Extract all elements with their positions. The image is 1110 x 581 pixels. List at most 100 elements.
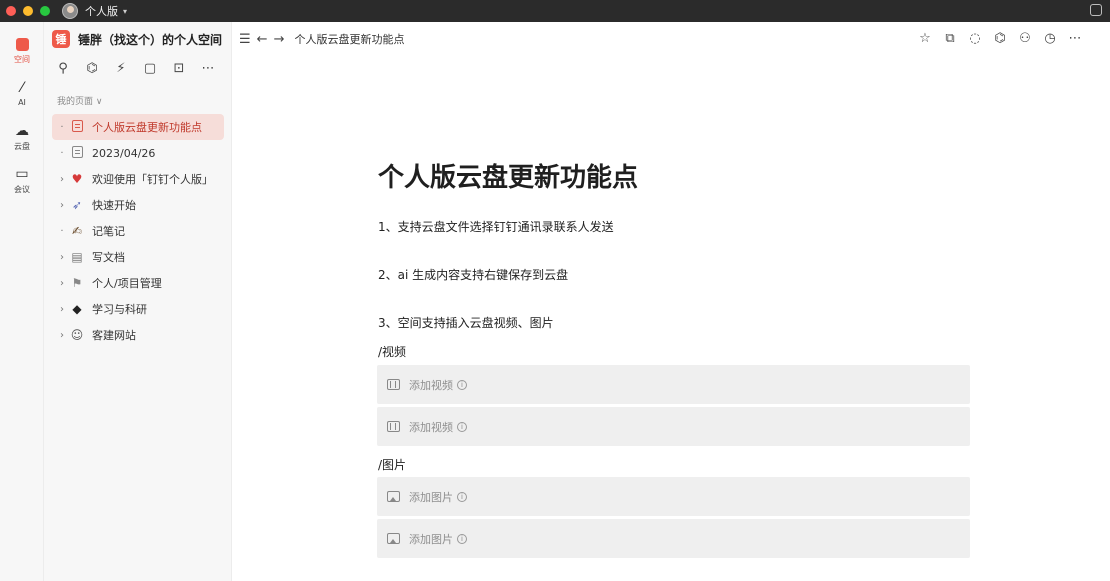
ai-assistant-icon[interactable]: ⧉ xyxy=(943,31,957,46)
tree-item[interactable]: · 个人版云盘更新功能点 xyxy=(52,114,224,140)
zoom-window-button[interactable] xyxy=(40,6,50,16)
comment-icon[interactable]: ◌ xyxy=(968,31,982,46)
star-icon[interactable]: ☆ xyxy=(918,31,932,46)
image-section-heading[interactable]: /图片 xyxy=(378,456,406,473)
paragraph[interactable]: 3、空间支持插入云盘视频、图片 xyxy=(378,314,554,331)
info-icon[interactable]: i xyxy=(457,491,467,502)
video-icon: ▭ xyxy=(15,166,29,182)
video-section-heading[interactable]: /视频 xyxy=(378,343,406,360)
heart-icon: ♥ xyxy=(71,172,83,186)
tree-item[interactable]: › ➶ 快速开始 xyxy=(52,192,224,218)
graduation-cap-icon: ◆ xyxy=(72,302,82,316)
image-icon xyxy=(387,533,400,544)
chevron-right-icon[interactable]: › xyxy=(56,304,68,315)
tree-item-label: 个人/项目管理 xyxy=(92,277,162,290)
forward-arrow-icon[interactable]: → xyxy=(274,32,285,47)
tree-item[interactable]: › ☺ 客建网站 xyxy=(52,322,224,348)
account-name[interactable]: 个人版 xyxy=(85,3,118,19)
chevron-right-icon[interactable]: › xyxy=(56,330,68,341)
rocket-icon: ➶ xyxy=(71,198,83,212)
rail-item-ai[interactable]: ⁄ AI xyxy=(0,80,44,107)
cloud-icon: ☁ xyxy=(15,123,29,139)
chevron-right-icon[interactable]: › xyxy=(56,278,68,289)
rail-label: 空间 xyxy=(14,55,30,64)
more-icon[interactable]: ⋯ xyxy=(1068,31,1082,46)
add-video-label: 添加视频 xyxy=(409,420,453,434)
rail-label: AI xyxy=(18,98,26,107)
space-header[interactable]: 锤 锤胖（找这个）的个人空间 xyxy=(52,30,222,48)
history-icon[interactable]: ◷ xyxy=(1043,31,1057,46)
paragraph[interactable]: 1、支持云盘文件选择钉钉通讯录联系人发送 xyxy=(378,218,614,235)
quick-actions-icon[interactable]: ⚡ xyxy=(114,62,128,76)
add-member-icon[interactable]: ⚇ xyxy=(1018,31,1032,46)
add-image-block[interactable]: 添加图片 i xyxy=(377,519,970,558)
rail-label: 云盘 xyxy=(14,142,30,151)
add-image-label: 添加图片 xyxy=(409,490,453,504)
account-avatar[interactable] xyxy=(62,3,78,19)
doc-topbar: ☰ ← → 个人版云盘更新功能点 ☆ ⧉ ◌ ⌬ ⚇ ◷ ⋯ xyxy=(232,22,1110,56)
bullet-icon: · xyxy=(60,225,64,237)
tree-item-label: 个人版云盘更新功能点 xyxy=(92,121,202,134)
chevron-right-icon[interactable]: › xyxy=(56,200,68,211)
page-tree: · 个人版云盘更新功能点 · 2023/04/26 › ♥ 欢迎使用「钉钉个人版… xyxy=(52,114,224,348)
rail-label: 会议 xyxy=(14,185,30,194)
search-icon[interactable]: ⚲ xyxy=(56,62,70,76)
rail-item-cloud[interactable]: ☁ 云盘 xyxy=(0,123,44,152)
more-icon[interactable]: ⋯ xyxy=(201,62,215,76)
window-layout-icon[interactable] xyxy=(1090,4,1102,16)
close-window-button[interactable] xyxy=(6,6,16,16)
tree-item[interactable]: · 2023/04/26 xyxy=(52,140,224,166)
add-video-block[interactable]: 添加视频 i xyxy=(377,407,970,446)
window-controls xyxy=(6,6,50,16)
paragraph[interactable]: 2、ai 生成内容支持右键保存到云盘 xyxy=(378,266,568,283)
tree-item[interactable]: › ♥ 欢迎使用「钉钉个人版」 xyxy=(52,166,224,192)
inbox-icon[interactable]: ⊡ xyxy=(172,62,186,76)
info-icon[interactable]: i xyxy=(457,379,467,390)
my-pages-section[interactable]: 我的页面 ∨ xyxy=(57,94,102,107)
share-icon[interactable]: ⌬ xyxy=(993,31,1007,46)
tree-item-label: 学习与科研 xyxy=(92,303,147,316)
tree-item[interactable]: › ◆ 学习与科研 xyxy=(52,296,224,322)
share-graph-icon[interactable]: ⌬ xyxy=(85,62,99,76)
info-icon[interactable]: i xyxy=(457,421,467,432)
back-arrow-icon[interactable]: ← xyxy=(257,32,268,47)
breadcrumb[interactable]: 个人版云盘更新功能点 xyxy=(294,31,404,47)
sidebar: 锤 锤胖（找这个）的个人空间 ⚲ ⌬ ⚡ ▢ ⊡ ⋯ 我的页面 ∨ · 个人版云… xyxy=(44,22,232,581)
space-title: 锤胖（找这个）的个人空间 xyxy=(78,32,223,47)
add-image-block[interactable]: 添加图片 i xyxy=(377,477,970,516)
builder-icon: ☺ xyxy=(70,328,84,342)
add-video-label: 添加视频 xyxy=(409,378,453,392)
doc-icon xyxy=(71,119,83,132)
minimize-window-button[interactable] xyxy=(23,6,33,16)
bullet-icon: · xyxy=(60,121,64,133)
info-icon[interactable]: i xyxy=(457,533,467,544)
bullet-icon: · xyxy=(60,147,64,159)
tree-item[interactable]: · ✍ 记笔记 xyxy=(52,218,224,244)
tree-item[interactable]: › ⚑ 个人/项目管理 xyxy=(52,270,224,296)
pin-icon: ⚑ xyxy=(71,276,83,290)
chevron-down-icon[interactable]: ▾ xyxy=(123,7,127,16)
rail-item-meeting[interactable]: ▭ 会议 xyxy=(0,166,44,195)
tree-item-label: 快速开始 xyxy=(92,199,136,212)
space-logo: 锤 xyxy=(52,30,70,48)
square-icon[interactable]: ▢ xyxy=(143,62,157,76)
rail-item-space[interactable]: 空间 xyxy=(0,38,44,65)
nav-controls: ☰ ← → 个人版云盘更新功能点 xyxy=(239,31,404,47)
tree-item[interactable]: › ▤ 写文档 xyxy=(52,244,224,270)
app-rail: 空间 ⁄ AI ☁ 云盘 ▭ 会议 xyxy=(0,22,44,581)
sidebar-toolbar: ⚲ ⌬ ⚡ ▢ ⊡ ⋯ xyxy=(56,62,215,76)
space-icon xyxy=(15,38,29,51)
add-image-label: 添加图片 xyxy=(409,532,453,546)
ai-wand-icon: ⁄ xyxy=(20,80,24,96)
tree-item-label: 记笔记 xyxy=(92,225,125,238)
chevron-right-icon[interactable]: › xyxy=(56,252,68,263)
tree-item-label: 欢迎使用「钉钉个人版」 xyxy=(92,173,213,186)
notepad-icon: ▤ xyxy=(71,250,83,264)
film-icon xyxy=(387,379,400,390)
page-title[interactable]: 个人版云盘更新功能点 xyxy=(378,157,638,194)
chevron-right-icon[interactable]: › xyxy=(56,174,68,185)
image-icon xyxy=(387,491,400,502)
menu-icon[interactable]: ☰ xyxy=(239,32,251,47)
add-video-block[interactable]: 添加视频 i xyxy=(377,365,970,404)
pen-icon: ✍ xyxy=(71,224,83,238)
